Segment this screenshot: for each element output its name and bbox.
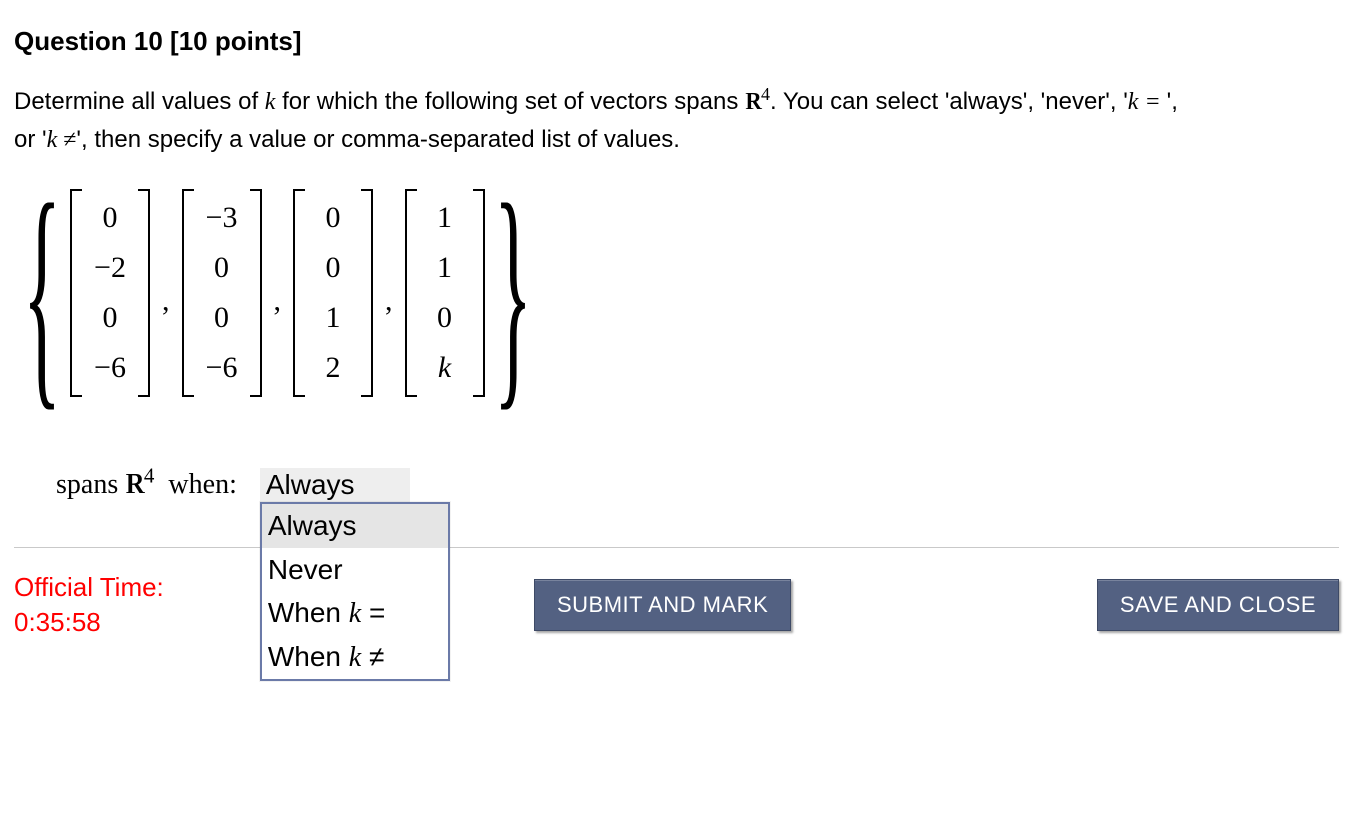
- left-brace-icon: {: [23, 193, 61, 393]
- span-condition-select[interactable]: Always: [260, 468, 410, 502]
- time-value: 0:35:58: [14, 605, 234, 640]
- left-sq-bracket-icon: [70, 189, 82, 397]
- vector-entry: −3: [200, 193, 244, 243]
- comma: ,: [262, 284, 294, 318]
- variable-k: k: [349, 642, 361, 673]
- blackboard-R: R: [125, 469, 144, 501]
- vector-entry: 1: [311, 293, 355, 343]
- question-title: Question 10 [10 points]: [14, 26, 1339, 57]
- prompt-text: Determine all values of: [14, 88, 265, 115]
- vector-entry: 0: [88, 293, 132, 343]
- vector-entry: 2: [311, 343, 355, 393]
- time-label: Official Time:: [14, 570, 234, 605]
- prompt-text: ', then specify a value or comma-separat…: [76, 126, 680, 153]
- vector-entry: 0: [311, 243, 355, 293]
- option-text: ≠: [361, 641, 384, 672]
- right-sq-bracket-icon: [361, 189, 373, 397]
- vector-entry: 0: [200, 293, 244, 343]
- vector-entry: 0: [423, 293, 467, 343]
- vector-entry: −6: [200, 343, 244, 393]
- question-prompt: Determine all values of k for which the …: [14, 83, 1194, 159]
- variable-k: k: [265, 89, 276, 115]
- left-sq-bracket-icon: [293, 189, 305, 397]
- vector-1: 0 −2 0 −6: [70, 189, 150, 397]
- vector-entry: 1: [423, 243, 467, 293]
- option-k-neq-k: k: [47, 127, 64, 153]
- vector-entry-k: k: [423, 343, 467, 393]
- option-text: When: [268, 641, 349, 672]
- left-sq-bracket-icon: [182, 189, 194, 397]
- dropdown-option-k-equals[interactable]: When k =: [262, 591, 448, 635]
- option-text: When: [268, 597, 349, 628]
- prompt-text: for which the following set of vectors s…: [275, 88, 745, 115]
- submit-and-mark-button[interactable]: SUBMIT AND MARK: [534, 579, 791, 631]
- dropdown-list: Always Never When k = When k ≠: [260, 502, 450, 681]
- left-sq-bracket-icon: [405, 189, 417, 397]
- vector-3: 0 0 1 2: [293, 189, 373, 397]
- dropdown-option-never[interactable]: Never: [262, 548, 448, 591]
- right-sq-bracket-icon: [250, 189, 262, 397]
- vector-2: −3 0 0 −6: [182, 189, 262, 397]
- space-R4: R4: [745, 89, 770, 115]
- dropdown-option-always[interactable]: Always: [262, 504, 448, 547]
- blackboard-R: R: [745, 84, 761, 121]
- exponent-4: 4: [144, 464, 155, 488]
- neq-symbol: ≠: [63, 127, 76, 153]
- option-k-equals: k =: [1128, 89, 1167, 115]
- vector-entry: 0: [200, 243, 244, 293]
- comma: ,: [373, 284, 405, 318]
- vector-entry: 1: [423, 193, 467, 243]
- footer-bar: Official Time: 0:35:58 SUBMIT AND MARK S…: [14, 570, 1339, 640]
- vector-4: 1 1 0 k: [405, 189, 485, 397]
- answer-label: spans: [56, 469, 125, 500]
- answer-label: when:: [154, 469, 243, 500]
- vector-entry: −6: [88, 343, 132, 393]
- vector-set: { 0 −2 0 −6 , −3 0 0 −6 ,: [14, 189, 1339, 397]
- right-sq-bracket-icon: [473, 189, 485, 397]
- section-divider: [14, 547, 1339, 548]
- vector-entry: 0: [311, 193, 355, 243]
- exponent-4: 4: [761, 84, 770, 104]
- dropdown-option-k-neq[interactable]: When k ≠: [262, 635, 448, 679]
- prompt-text: . You can select 'always', 'never', ': [770, 88, 1128, 115]
- save-and-close-button[interactable]: SAVE AND CLOSE: [1097, 579, 1339, 631]
- right-sq-bracket-icon: [138, 189, 150, 397]
- option-text: =: [361, 597, 385, 628]
- answer-row: spans R4 when: Always Always Never When …: [14, 437, 1339, 533]
- official-time: Official Time: 0:35:58: [14, 570, 234, 640]
- vector-entry: 0: [88, 193, 132, 243]
- comma: ,: [150, 284, 182, 318]
- variable-k: k: [349, 598, 361, 629]
- right-brace-icon: }: [493, 193, 531, 393]
- vector-entry: −2: [88, 243, 132, 293]
